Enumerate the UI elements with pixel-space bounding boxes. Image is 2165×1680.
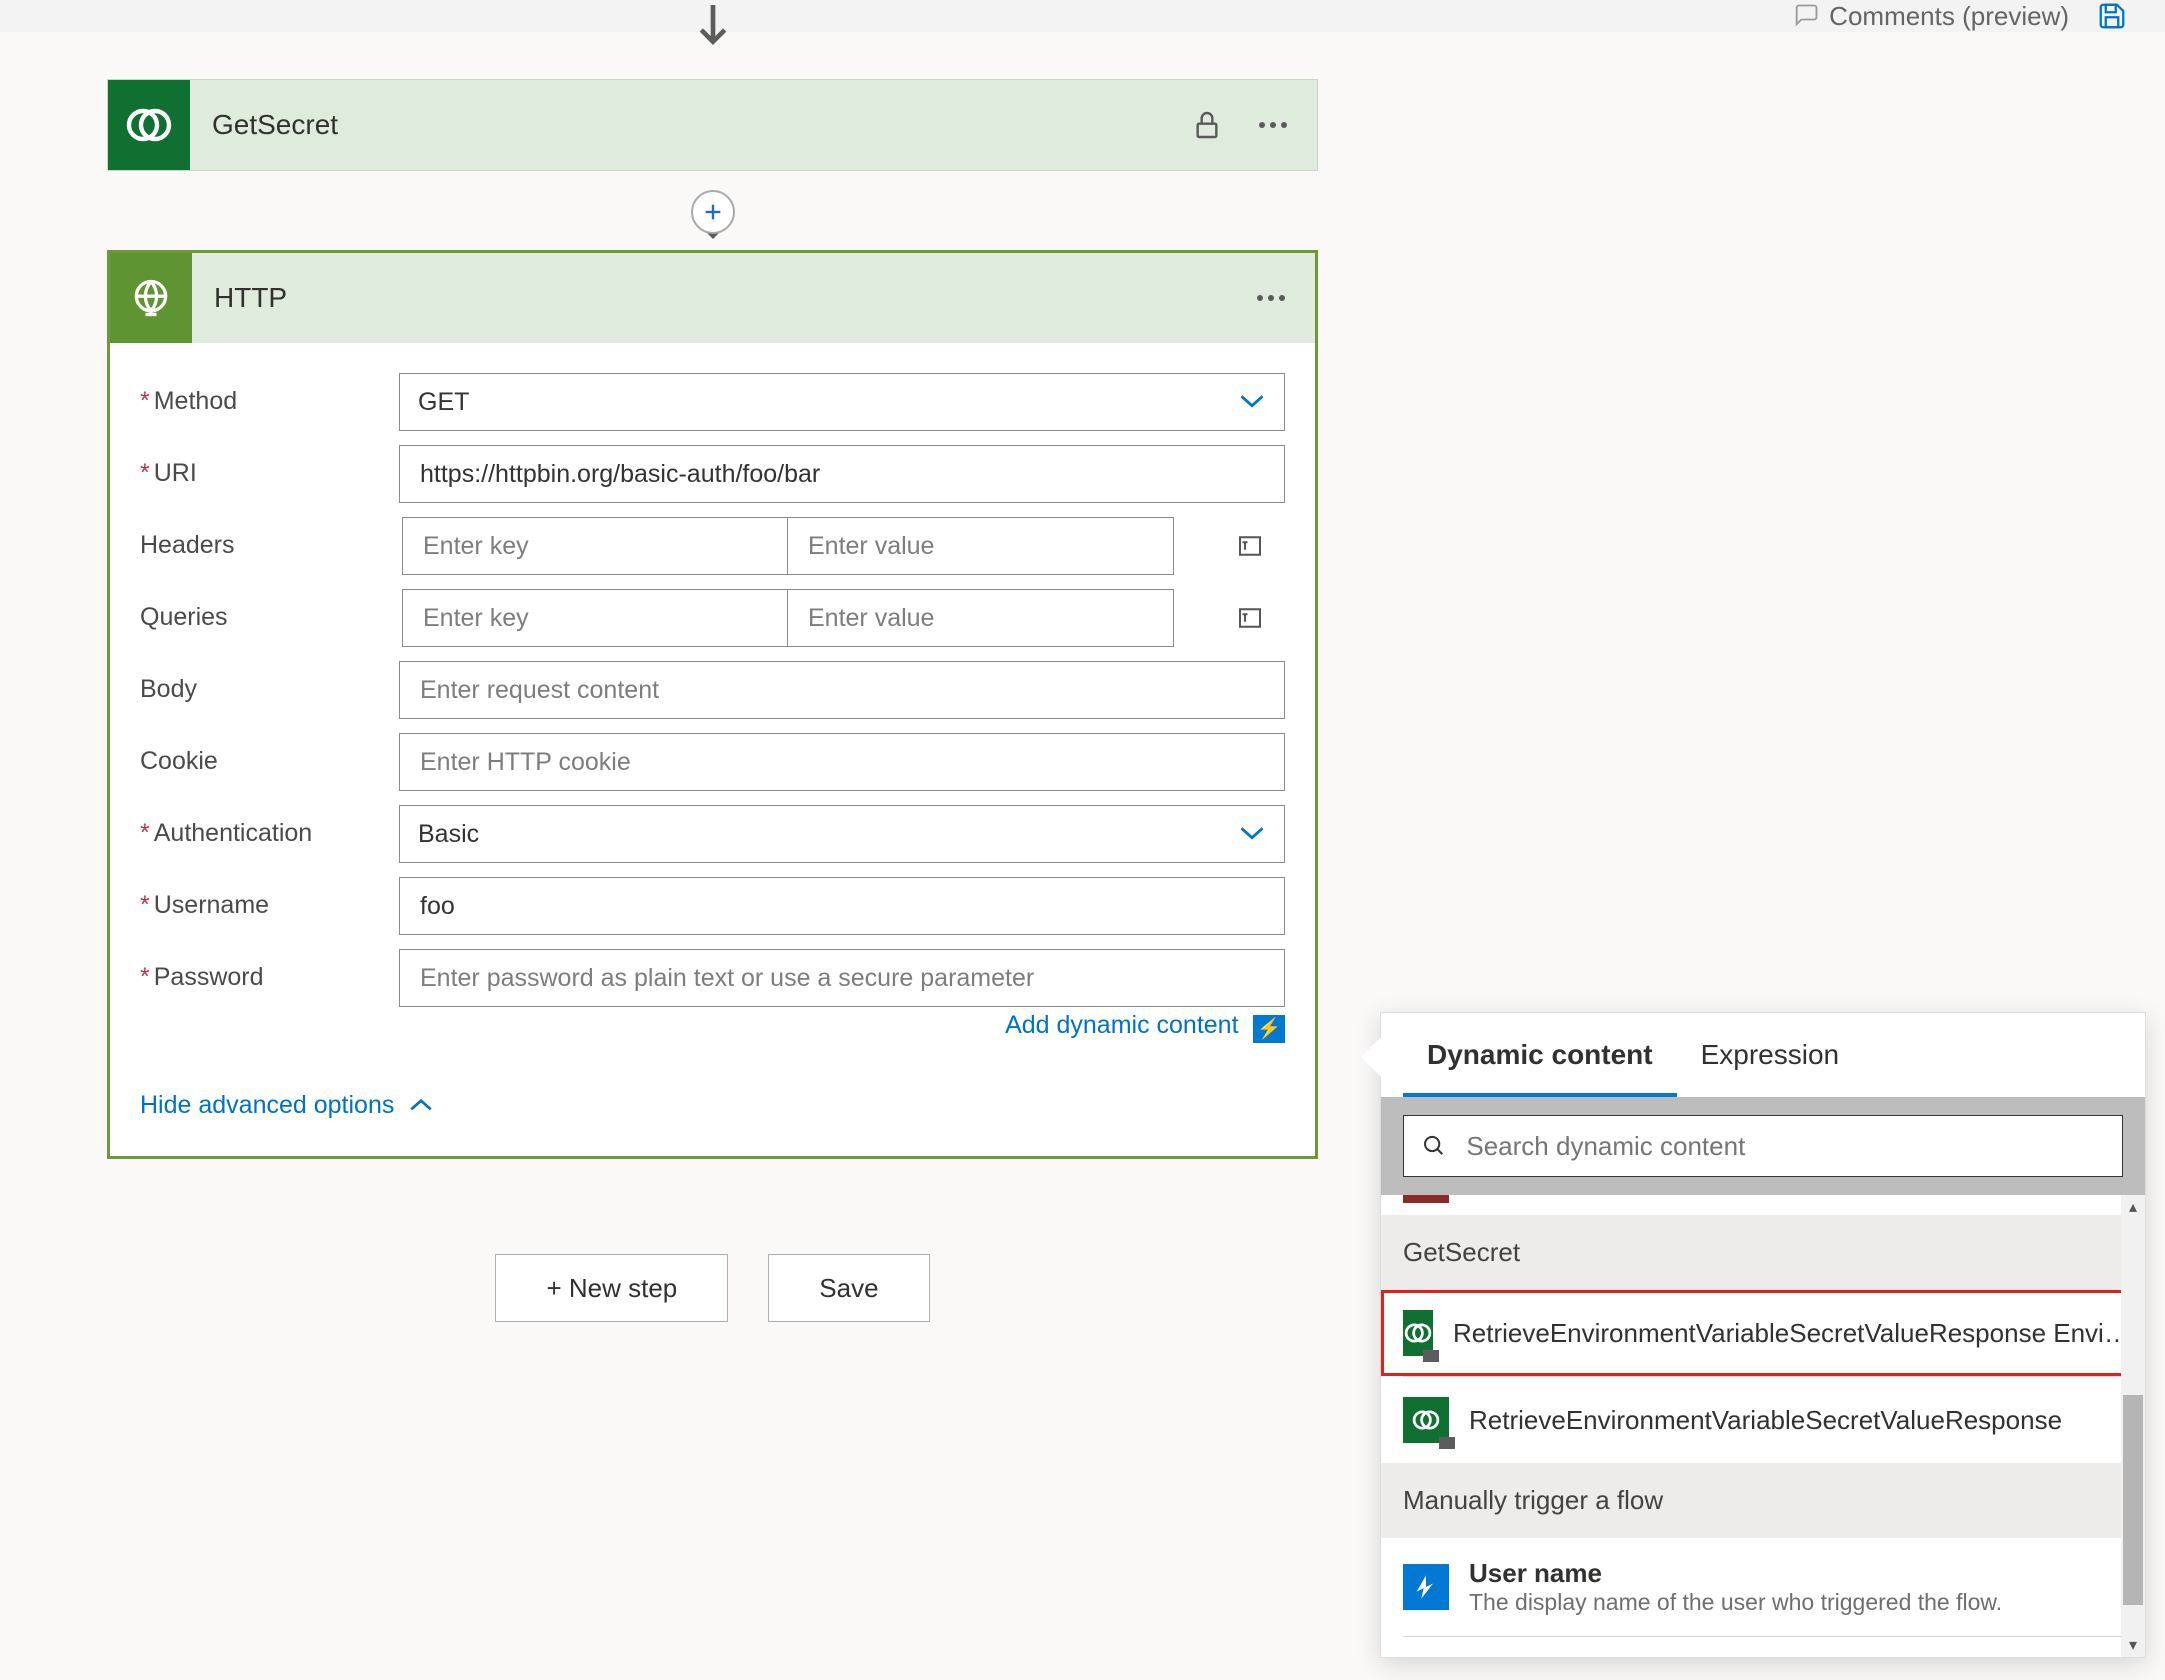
method-value: GET xyxy=(418,388,469,417)
save-icon-button[interactable] xyxy=(2097,1,2127,31)
auth-label: Authentication xyxy=(154,819,312,847)
lock-icon xyxy=(1189,107,1225,143)
flow-trigger-icon xyxy=(1403,1564,1449,1610)
tab-dynamic-content[interactable]: Dynamic content xyxy=(1403,1013,1677,1097)
getsecret-title: GetSecret xyxy=(190,109,1189,141)
dynamic-content-icon[interactable]: ⚡ xyxy=(1253,1015,1285,1043)
dyn-item-title: RetrieveEnvironmentVariableSecretValueRe… xyxy=(1453,1318,2130,1349)
cookie-input[interactable] xyxy=(418,747,1266,778)
queries-key-input[interactable] xyxy=(421,603,769,634)
prev-section-stub-icon xyxy=(1403,1195,1449,1203)
dyn-item-retrieve-env-secret[interactable]: RetrieveEnvironmentVariableSecretValueRe… xyxy=(1381,1377,2145,1463)
dyn-item-title: User name xyxy=(1469,1558,2123,1589)
method-select[interactable]: GET xyxy=(399,373,1285,431)
switch-to-text-mode-button[interactable] xyxy=(1232,528,1268,564)
headers-value-input[interactable] xyxy=(806,531,1155,562)
http-icon xyxy=(110,253,192,343)
dyn-scrollbar[interactable]: ▴ ▾ xyxy=(2121,1195,2145,1657)
body-label: Body xyxy=(140,675,197,703)
user-label: Username xyxy=(154,891,269,919)
password-input[interactable] xyxy=(418,963,1266,994)
add-dynamic-content-link[interactable]: Add dynamic content xyxy=(1005,1011,1238,1039)
action-card-getsecret[interactable]: GetSecret xyxy=(107,79,1318,171)
card-menu-button[interactable] xyxy=(1253,280,1289,316)
http-title: HTTP xyxy=(192,282,1253,314)
panel-caret-icon xyxy=(1361,1037,1381,1077)
scroll-down-icon[interactable]: ▾ xyxy=(2121,1633,2145,1657)
headers-label: Headers xyxy=(140,531,235,559)
uri-input[interactable] xyxy=(418,459,1266,490)
chevron-up-icon xyxy=(408,1097,434,1113)
queries-label: Queries xyxy=(140,603,228,631)
body-input[interactable] xyxy=(418,675,1266,706)
comment-icon xyxy=(1791,2,1821,30)
tab-expression[interactable]: Expression xyxy=(1677,1013,1864,1097)
chevron-down-icon xyxy=(1238,820,1266,849)
dyn-item-title: RetrieveEnvironmentVariableSecretValueRe… xyxy=(1469,1405,2123,1436)
save-icon xyxy=(2097,1,2127,31)
comments-label: Comments (preview) xyxy=(1829,1,2069,32)
queries-value-input[interactable] xyxy=(806,603,1155,634)
chevron-down-icon xyxy=(1238,388,1266,417)
cookie-label: Cookie xyxy=(140,747,218,775)
method-label: Method xyxy=(154,387,237,415)
hide-advanced-options-toggle[interactable]: Hide advanced options xyxy=(140,1091,1285,1120)
card-menu-button[interactable] xyxy=(1255,107,1291,143)
uri-label: URI xyxy=(154,459,197,487)
dyn-section-getsecret: GetSecret xyxy=(1381,1215,2145,1290)
headers-key-input[interactable] xyxy=(421,531,769,562)
pass-label: Password xyxy=(154,963,264,991)
dynamic-search-input[interactable] xyxy=(1464,1130,2104,1163)
auth-value: Basic xyxy=(418,820,479,849)
dyn-section-manual: Manually trigger a flow xyxy=(1381,1463,2145,1538)
auth-select[interactable]: Basic xyxy=(399,805,1285,863)
insert-step-button[interactable] xyxy=(691,190,735,234)
dataverse-icon xyxy=(1403,1397,1449,1443)
flow-arrow-icon xyxy=(693,10,733,50)
action-card-http: HTTP *Method GET *URI xyxy=(107,250,1318,1159)
new-step-button[interactable]: + New step xyxy=(495,1254,728,1322)
dataverse-icon xyxy=(1403,1310,1433,1356)
uri-input-wrap[interactable] xyxy=(399,445,1285,503)
search-icon xyxy=(1422,1133,1446,1159)
username-input[interactable] xyxy=(418,891,1266,922)
dyn-item-user-name[interactable]: User name The display name of the user w… xyxy=(1381,1538,2145,1636)
hide-adv-label: Hide advanced options xyxy=(140,1091,394,1120)
scroll-up-icon[interactable]: ▴ xyxy=(2121,1195,2145,1219)
switch-to-text-mode-button[interactable] xyxy=(1232,600,1268,636)
comments-button[interactable]: Comments (preview) xyxy=(1791,1,2069,32)
scroll-thumb[interactable] xyxy=(2123,1395,2143,1605)
dyn-item-subtitle: The display name of the user who trigger… xyxy=(1469,1589,2123,1616)
dataverse-icon xyxy=(108,80,190,170)
dynamic-search-wrap[interactable] xyxy=(1403,1115,2123,1177)
save-button[interactable]: Save xyxy=(768,1254,929,1322)
dyn-item-retrieve-env-secret-envi[interactable]: RetrieveEnvironmentVariableSecretValueRe… xyxy=(1381,1290,2145,1376)
dynamic-content-panel: Dynamic content Expression GetSecret Ret… xyxy=(1380,1012,2146,1658)
